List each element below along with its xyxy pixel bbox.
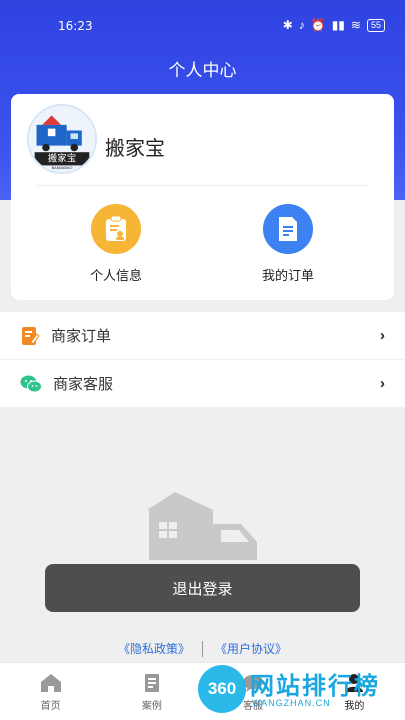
tab-me[interactable]: 我的: [304, 663, 405, 720]
tab-home-label: 首页: [40, 701, 61, 712]
order-doc-icon: [263, 204, 313, 254]
bluetooth-icon: ✱: [282, 18, 293, 32]
page-title: 个人中心: [168, 61, 237, 80]
links-divider: [202, 640, 203, 657]
merchant-orders-label: 商家订单: [51, 328, 112, 345]
card-divider: [37, 185, 370, 186]
profile-card: 搬家宝 BANJIABAO 搬家宝 个人信息 我的订单: [11, 94, 394, 300]
moving-truck-illustration: [147, 492, 257, 560]
moving-truck-logo-icon: 搬家宝 BANJIABAO: [29, 106, 95, 172]
tab-cases[interactable]: 案例: [101, 663, 202, 720]
avatar-subtext: BANJIABAO: [52, 166, 73, 170]
user-agreement-link[interactable]: 《用户协议》: [215, 640, 287, 657]
chevron-right-icon: ›: [380, 375, 385, 392]
merchant-orders-item[interactable]: 商家订单 ›: [0, 312, 405, 360]
battery-icon: 55: [366, 18, 385, 32]
avatar[interactable]: 搬家宝 BANJIABAO: [27, 104, 97, 174]
legal-links: 《隐私政策》 《用户协议》: [0, 640, 405, 657]
my-orders-label: 我的订单: [261, 268, 314, 283]
home-icon: [40, 674, 61, 692]
personal-info-label: 个人信息: [89, 268, 142, 283]
bottom-tab-bar: 首页 案例 客服 我的: [0, 662, 405, 720]
merchant-service-label: 商家客服: [53, 376, 114, 393]
tab-service-label: 客服: [243, 701, 264, 712]
service-icon: [243, 675, 264, 692]
avatar-text: 搬家宝: [48, 153, 76, 165]
tab-me-label: 我的: [344, 701, 365, 712]
me-icon: [345, 674, 364, 692]
chevron-right-icon: ›: [380, 327, 385, 344]
wifi-icon: ≋: [350, 18, 361, 32]
menu-list: 商家订单 › 商家客服 ›: [0, 312, 405, 408]
cases-icon: [144, 674, 159, 692]
tab-cases-label: 案例: [141, 701, 162, 712]
merchant-order-icon: [22, 326, 40, 345]
username: 搬家宝: [105, 138, 165, 160]
status-bar: 16:23 ✱ ♪ ⏰ ▮▮ ≋ 55: [0, 0, 405, 54]
mute-icon: ♪: [298, 18, 305, 32]
status-time: 16:23: [58, 19, 93, 33]
alarm-icon: ⏰: [310, 18, 326, 32]
my-orders-button[interactable]: 我的订单: [233, 204, 343, 284]
personal-info-button[interactable]: 个人信息: [61, 204, 171, 284]
signal-icon: ▮▮: [331, 18, 345, 32]
logout-button[interactable]: 退出登录: [45, 564, 360, 612]
tab-home[interactable]: 首页: [0, 663, 101, 720]
profile-doc-icon: [91, 204, 141, 254]
merchant-service-item[interactable]: 商家客服 ›: [0, 360, 405, 408]
wechat-service-icon: [20, 375, 42, 392]
privacy-policy-link[interactable]: 《隐私政策》: [118, 640, 190, 657]
tab-service[interactable]: 客服: [203, 663, 304, 720]
status-icons: ✱ ♪ ⏰ ▮▮ ≋ 55: [283, 18, 385, 32]
